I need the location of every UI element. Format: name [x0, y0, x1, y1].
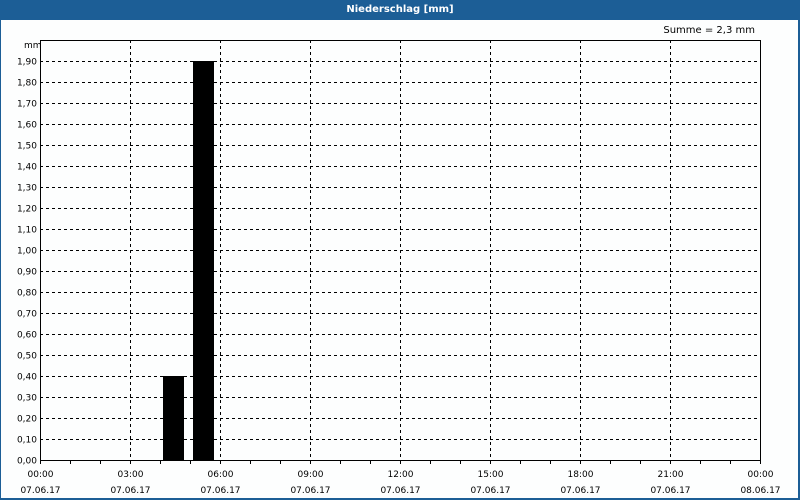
y-tick-label: 1,60 [17, 121, 37, 131]
x-tick-date: 08.06.17 [740, 486, 780, 496]
y-tick-label: 1,00 [17, 247, 37, 257]
y-tick-label: 0,60 [17, 331, 37, 341]
y-tick-label: 1,70 [17, 100, 37, 110]
y-tick-label: 0,40 [17, 373, 37, 383]
x-tick-date: 07.06.17 [380, 486, 420, 496]
y-tick-label: 0,70 [17, 310, 37, 320]
y-tick-label: 1,10 [17, 226, 37, 236]
x-tick-time: 06:00 [208, 470, 234, 480]
x-tick-time: 09:00 [298, 470, 324, 480]
x-tick-date: 07.06.17 [290, 486, 330, 496]
x-tick-time: 00:00 [748, 470, 774, 480]
precipitation-chart: mm 0,00 0,10 0,20 0,30 0,40 0,50 0,60 0,70 0,80 0… [17, 40, 781, 496]
y-tick-label: 0,10 [17, 436, 37, 446]
x-tick-time: 18:00 [568, 470, 594, 480]
x-tick-time: 03:00 [118, 470, 144, 480]
y-tick-label: 0,30 [17, 394, 37, 404]
precipitation-bar [193, 61, 214, 460]
x-tick-date: 07.06.17 [560, 486, 600, 496]
x-tick-time: 15:00 [478, 470, 504, 480]
precipitation-bar [163, 376, 184, 460]
x-tick-date: 07.06.17 [20, 486, 60, 496]
y-tick-label: 1,20 [17, 205, 37, 215]
x-tick-time: 12:00 [388, 470, 414, 480]
x-tick-date: 07.06.17 [470, 486, 510, 496]
y-tick-label: 1,30 [17, 184, 37, 194]
y-tick-label: 1,40 [17, 163, 37, 173]
y-tick-label: 1,90 [17, 58, 37, 68]
x-tick-time: 21:00 [658, 470, 684, 480]
y-tick-label: 0,50 [17, 352, 37, 362]
x-tick-date: 07.06.17 [650, 486, 690, 496]
y-tick-label: 0,00 [17, 457, 37, 467]
y-tick-label: 1,80 [17, 79, 37, 89]
y-tick-label: 0,90 [17, 268, 37, 278]
x-tick-date: 07.06.17 [200, 486, 240, 496]
y-tick-label: 1,50 [17, 142, 37, 152]
x-tick-date: 07.06.17 [110, 486, 150, 496]
x-tick-time: 00:00 [28, 470, 54, 480]
y-tick-label: 0,20 [17, 415, 37, 425]
y-tick-label: 0,80 [17, 289, 37, 299]
y-axis-unit: mm [24, 41, 42, 51]
